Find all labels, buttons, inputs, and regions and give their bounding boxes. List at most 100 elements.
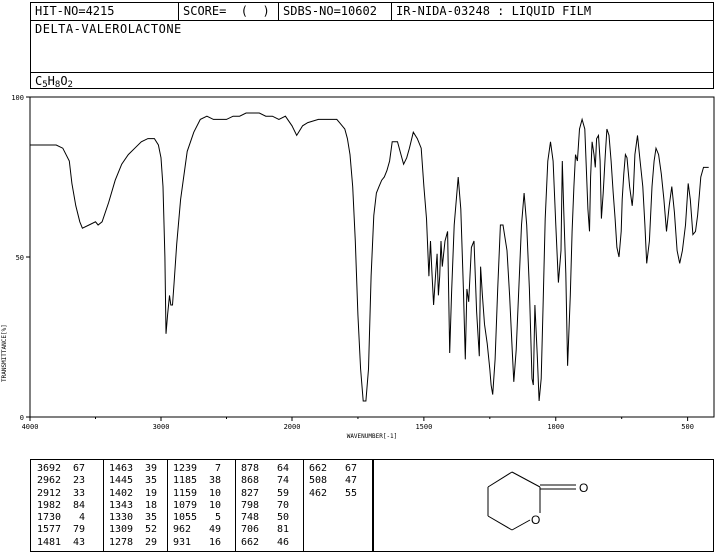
peak-transmittance: 81 (276, 524, 289, 536)
header-divider (31, 72, 713, 73)
hit-number: HIT-NO=4215 (31, 3, 179, 20)
peak-transmittance: 7 (214, 463, 221, 474)
peak-row: 1402 19 (109, 488, 157, 500)
peak-transmittance: 18 (144, 499, 157, 511)
peak-row: 662 46 (241, 537, 289, 549)
ir-spectrum-chart: TRANSMITTANCE[%] WAVENUMBER[-1] 4000 3000… (1, 94, 715, 440)
peak-wavenumber: 1463 (109, 463, 134, 474)
peak-row: 1463 39 (109, 463, 157, 475)
x-tick-label: 1000 (547, 423, 564, 431)
peak-row: 1577 79 (37, 524, 85, 536)
peak-row: 1309 52 (109, 524, 157, 536)
x-axis-label: WAVENUMBER[-1] (347, 433, 398, 440)
peak-row: 706 81 (241, 524, 289, 536)
peak-row: 1079 10 (173, 500, 221, 512)
peak-row: 962 49 (173, 524, 221, 536)
peak-wavenumber: 508 (309, 475, 328, 487)
peak-column: 3692 67 2962 23 2912 33 1982 84 1730 4 1577 79 1481 4… (37, 463, 85, 549)
x-tick-label: 500 (681, 423, 694, 431)
peak-wavenumber: 706 (241, 524, 260, 536)
sdbs-number: SDBS-NO=10602 (279, 3, 392, 20)
peak-column: 662 67 508 47 462 55 (309, 463, 357, 500)
peak-transmittance: 10 (208, 499, 221, 511)
peak-wavenumber: 1577 (37, 524, 62, 536)
peak-transmittance: 39 (144, 463, 157, 474)
peak-wavenumber: 1343 (109, 499, 134, 511)
peak-wavenumber: 878 (241, 463, 260, 474)
y-tick-label: 100 (11, 94, 24, 102)
peak-table: 3692 67 2962 23 2912 33 1982 84 1730 4 1577 79 1481 4… (30, 459, 373, 552)
y-tick-label: 50 (16, 254, 24, 262)
peak-wavenumber: 1445 (109, 475, 134, 487)
peak-transmittance: 4 (78, 512, 85, 524)
peak-wavenumber: 462 (309, 487, 328, 499)
peak-transmittance: 35 (144, 512, 157, 524)
header-id-row: HIT-NO=4215 SCORE= ( ) SDBS-NO=10602 IR-… (31, 3, 713, 21)
peak-column: 878 64 868 74 827 59 798 70 748 50 706 81 662 46 (241, 463, 289, 549)
column-divider (303, 460, 304, 551)
peak-wavenumber: 962 (173, 524, 192, 536)
x-tick-label: 4000 (22, 423, 39, 431)
peak-transmittance: 35 (144, 475, 157, 487)
peak-transmittance: 49 (208, 524, 221, 536)
score: SCORE= ( ) (179, 3, 279, 20)
peak-row: 1159 10 (173, 488, 221, 500)
peak-wavenumber: 1239 (173, 463, 198, 474)
peak-row: 1481 43 (37, 537, 85, 549)
peak-row: 1343 18 (109, 500, 157, 512)
peak-row: 798 70 (241, 500, 289, 512)
peak-transmittance: 43 (72, 536, 85, 548)
column-divider (103, 460, 104, 551)
peak-wavenumber: 1309 (109, 524, 134, 536)
peak-wavenumber: 2962 (37, 475, 62, 487)
peak-wavenumber: 1481 (37, 536, 62, 548)
peak-wavenumber: 827 (241, 487, 260, 499)
peak-transmittance: 84 (72, 499, 85, 511)
ring-bond (487, 471, 513, 488)
peak-transmittance: 59 (276, 487, 289, 499)
peak-transmittance: 55 (344, 487, 357, 499)
peak-row: 868 74 (241, 475, 289, 487)
peak-row: 462 55 (309, 488, 357, 500)
peak-transmittance: 67 (344, 463, 357, 474)
peak-wavenumber: 931 (173, 536, 192, 548)
peak-row: 1982 84 (37, 500, 85, 512)
peak-wavenumber: 1185 (173, 475, 198, 487)
peak-wavenumber: 3692 (37, 463, 62, 474)
x-tick-label: 2000 (284, 423, 301, 431)
peak-transmittance: 29 (144, 536, 157, 548)
peak-row: 1185 38 (173, 475, 221, 487)
peak-transmittance: 10 (208, 487, 221, 499)
peak-transmittance: 19 (144, 487, 157, 499)
peak-transmittance: 38 (208, 475, 221, 487)
peak-transmittance: 5 (214, 512, 221, 524)
peak-row: 508 47 (309, 475, 357, 487)
ring-bond (487, 515, 513, 531)
peak-row: 662 67 (309, 463, 357, 475)
peak-wavenumber: 1079 (173, 499, 198, 511)
peak-wavenumber: 1159 (173, 487, 198, 499)
peak-transmittance: 46 (276, 536, 289, 548)
peak-wavenumber: 1402 (109, 487, 134, 499)
peak-row: 2962 23 (37, 475, 85, 487)
peak-transmittance: 23 (72, 475, 85, 487)
peak-wavenumber: 868 (241, 475, 260, 487)
peak-transmittance: 70 (276, 499, 289, 511)
peak-wavenumber: 748 (241, 512, 260, 524)
peak-row: 3692 67 (37, 463, 85, 475)
peak-wavenumber: 1055 (173, 512, 198, 524)
peak-row: 878 64 (241, 463, 289, 475)
peak-row: 1239 7 (173, 463, 221, 475)
ring-oxygen: O (531, 513, 540, 527)
column-divider (167, 460, 168, 551)
peak-transmittance: 33 (72, 487, 85, 499)
peak-wavenumber: 662 (309, 463, 328, 474)
peak-wavenumber: 1982 (37, 499, 62, 511)
ir-identifier: IR-NIDA-03248 : LIQUID FILM (396, 4, 592, 18)
x-tick-label: 1500 (415, 423, 432, 431)
x-tick-label: 3000 (153, 423, 170, 431)
structure-panel: O O (373, 459, 714, 552)
peak-transmittance: 74 (276, 475, 289, 487)
peak-wavenumber: 1730 (37, 512, 62, 524)
y-axis-label: TRANSMITTANCE[%] (1, 324, 8, 382)
